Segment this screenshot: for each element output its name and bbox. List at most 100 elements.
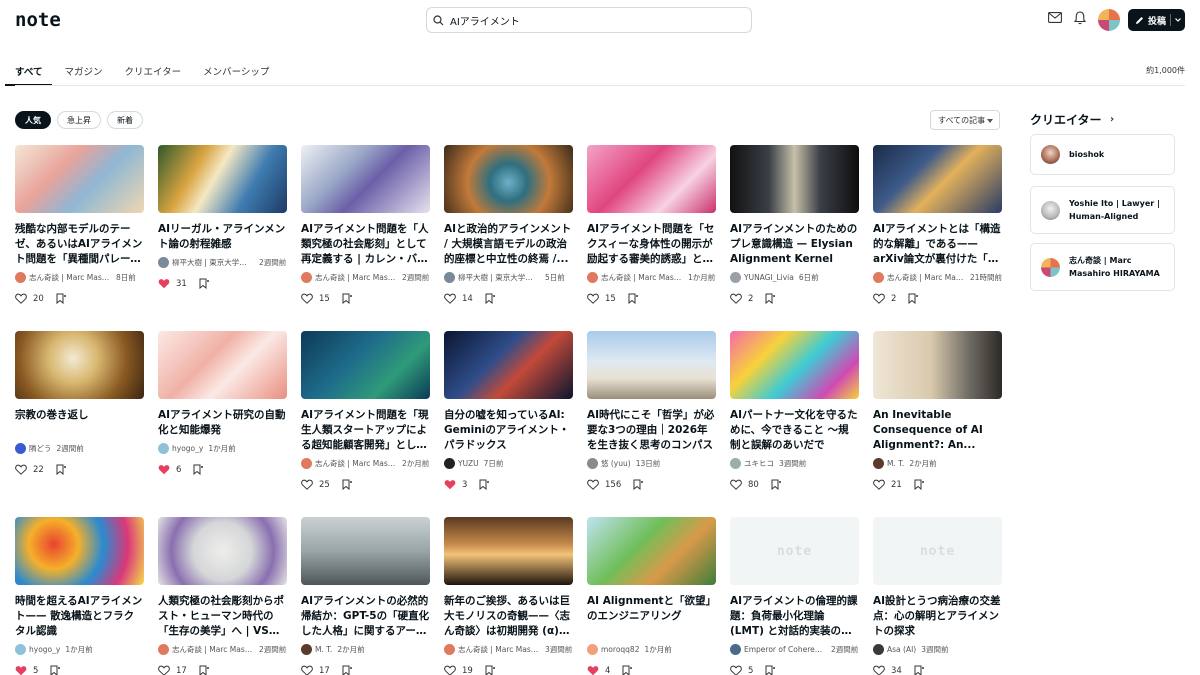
article-card[interactable]: AIアライメント問題を「現生人類スタートアップによる超知能顧客開発」として再定.… — [301, 331, 430, 490]
article-thumbnail[interactable] — [444, 331, 573, 399]
article-thumbnail[interactable] — [158, 517, 287, 585]
article-thumbnail[interactable]: note — [873, 517, 1002, 585]
user-avatar[interactable] — [1098, 9, 1120, 31]
bookmark-icon[interactable] — [914, 665, 924, 675]
author-avatar[interactable] — [158, 256, 169, 268]
bookmark-icon[interactable] — [622, 665, 633, 675]
post-button[interactable]: 投稿 — [1128, 9, 1185, 31]
heart-icon[interactable] — [301, 293, 313, 304]
heart-icon[interactable] — [301, 479, 313, 490]
author-name[interactable]: Asa (AI) — [887, 645, 916, 654]
article-title[interactable]: 時間を超えるAIアライメント—— 散逸構造とフラクタル認識 — [15, 594, 144, 639]
author-name[interactable]: 柳平大樹 | 東京大学法学部 — [458, 272, 540, 283]
author-name[interactable]: 悠 (yuu) — [601, 458, 631, 469]
filter-new[interactable]: 新着 — [107, 111, 143, 129]
bookmark-icon[interactable] — [914, 479, 924, 490]
author-name[interactable]: 志ん奇談 | Marc Masahiro HIRAYAMA — [315, 272, 397, 283]
chevron-down-icon[interactable] — [1174, 11, 1182, 29]
article-thumbnail[interactable] — [158, 331, 287, 399]
bookmark-icon[interactable] — [50, 665, 61, 675]
creator-card[interactable]: bioshok — [1030, 134, 1175, 175]
author-avatar[interactable] — [873, 457, 884, 469]
search-box[interactable] — [426, 7, 752, 33]
article-thumbnail[interactable] — [15, 145, 144, 213]
filter-popular[interactable]: 人気 — [15, 111, 51, 129]
bookmark-icon[interactable] — [908, 293, 919, 304]
author-name[interactable]: 志ん奇談 | Marc Masahiro HIRAYAMA — [29, 272, 111, 283]
bookmark-icon[interactable] — [342, 293, 352, 304]
article-card[interactable]: 人類究極の社会彫刻からポスト・ヒューマン時代の「生存の美学」へ | VSO完全.… — [158, 517, 287, 675]
heart-icon[interactable] — [873, 665, 885, 675]
article-title[interactable]: AIアライメントとは「構造的な解離」である——arXiv論文が裏付けた「残酷な内… — [873, 222, 1002, 267]
bookmark-icon[interactable] — [199, 665, 209, 675]
article-thumbnail[interactable] — [444, 517, 573, 585]
author-name[interactable]: 隣どう — [29, 443, 52, 454]
bookmark-icon[interactable] — [633, 479, 644, 490]
article-card[interactable]: 時間を超えるAIアライメント—— 散逸構造とフラクタル認識 hyogo_y 1か月前… — [15, 517, 144, 675]
tab-all[interactable]: すべて — [5, 58, 53, 86]
heart-icon[interactable] — [730, 665, 742, 675]
author-name[interactable]: 志ん奇談 | Marc Masahiro HIRAYAMA — [887, 272, 965, 283]
article-card[interactable]: AIアライメント問題を「セクスィーな身体性の開示が励起する審美的誘惑」として..… — [587, 145, 716, 304]
note-logo[interactable]: note — [15, 9, 61, 31]
author-avatar[interactable] — [587, 271, 598, 283]
bookmark-icon[interactable] — [199, 278, 209, 289]
article-thumbnail[interactable] — [730, 145, 859, 213]
article-title[interactable]: AIアライメント研究の自動化と知能爆発 — [158, 408, 287, 438]
article-thumbnail[interactable] — [730, 331, 859, 399]
author-name[interactable]: hyogo_y — [29, 645, 60, 654]
author-avatar[interactable] — [730, 643, 741, 655]
bookmark-icon[interactable] — [765, 665, 776, 675]
bookmark-icon[interactable] — [485, 665, 495, 675]
creator-card[interactable]: Yoshie Ito | Lawyer | Human-Aligned — [1030, 186, 1175, 234]
creator-card[interactable]: 志ん奇談 | Marc Masahiro HIRAYAMA — [1030, 243, 1175, 291]
article-title[interactable]: AI Alignmentと「欲望」のエンジニアリング — [587, 594, 716, 639]
author-avatar[interactable] — [587, 643, 598, 655]
bell-icon[interactable] — [1074, 11, 1086, 25]
author-avatar[interactable] — [301, 457, 312, 469]
author-name[interactable]: 志ん奇談 | Marc Masahiro HIRAYAMA — [458, 644, 540, 655]
article-card[interactable]: AIアライメント問題を「人類究極の社会彫刻」として再定義する | カレン・バーク… — [301, 145, 430, 304]
author-name[interactable]: ユキヒコ — [744, 458, 774, 469]
article-card[interactable]: AIアライメントとは「構造的な解離」である——arXiv論文が裏付けた「残酷な内… — [873, 145, 1002, 304]
article-thumbnail[interactable] — [587, 331, 716, 399]
article-thumbnail[interactable] — [301, 517, 430, 585]
heart-icon[interactable] — [301, 665, 313, 675]
author-name[interactable]: 志ん奇談 | Marc Masahiro HIRAYAMA — [172, 644, 254, 655]
author-avatar[interactable] — [301, 643, 312, 655]
author-avatar[interactable] — [873, 271, 884, 283]
article-title[interactable]: AIアラインメントの必然的帰結か：GPT-5の「硬直化した人格」に関するアーキテ… — [301, 594, 430, 639]
article-card[interactable]: 残酷な内部モデルのテーゼ、あるいはAIアライメント問題を「異種間パレーシア」..… — [15, 145, 144, 304]
article-card[interactable]: AIアラインメントのためのプレ意識構造 — Elysian Alignment … — [730, 145, 859, 304]
sort-dropdown[interactable]: すべての記事 — [930, 110, 1000, 130]
article-title[interactable]: AIアライメント問題を「人類究極の社会彫刻」として再定義する | カレン・バーク… — [301, 222, 430, 267]
mail-icon[interactable] — [1048, 12, 1062, 23]
author-name[interactable]: M. T. — [887, 459, 904, 468]
article-thumbnail[interactable] — [587, 517, 716, 585]
article-card[interactable]: AI時代にこそ「哲学」が必要な3つの理由｜2026年を生き抜く思考のコンパス悠 … — [587, 331, 716, 490]
article-title[interactable]: AIアライメントの倫理的課題：負荷最小化理論 (LMT) と対話的実装の解決可能… — [730, 594, 859, 639]
heart-icon[interactable] — [730, 293, 742, 304]
article-card[interactable]: An Inevitable Consequence of AI Alignmen… — [873, 331, 1002, 490]
author-name[interactable]: moroqq82 — [601, 645, 639, 654]
author-avatar[interactable] — [15, 643, 26, 655]
article-card[interactable]: note AI設計とうつ病治療の交差点：心の解明とアライメントの探求 Asa (AI… — [873, 517, 1002, 675]
author-avatar[interactable] — [444, 271, 455, 283]
article-card[interactable]: AIリーガル・アラインメント論の射程雑感 柳平大樹 | 東京大学法学部 2週間前 31 — [158, 145, 287, 289]
article-title[interactable]: AIアライメント問題を「セクスィーな身体性の開示が励起する審美的誘惑」として..… — [587, 222, 716, 267]
article-title[interactable]: 人類究極の社会彫刻からポスト・ヒューマン時代の「生存の美学」へ | VSO完全.… — [158, 594, 287, 639]
author-avatar[interactable] — [15, 271, 26, 283]
article-card[interactable]: AIと政治的アラインメント / 大規模言語モデルの政治的座標と中立性の終焉 /.… — [444, 145, 573, 304]
author-name[interactable]: Emperor of Coherence — [744, 645, 826, 654]
article-card[interactable]: AIアライメント研究の自動化と知能爆発 hyogo_y 1か月前 6 — [158, 331, 287, 475]
article-thumbnail[interactable] — [158, 145, 287, 213]
author-name[interactable]: 柳平大樹 | 東京大学法学部 — [172, 257, 254, 268]
bookmark-icon[interactable] — [485, 293, 495, 304]
heart-icon[interactable] — [444, 293, 456, 304]
article-card[interactable]: note AIアライメントの倫理的課題：負荷最小化理論 (LMT) と対話的実装の… — [730, 517, 859, 675]
article-card[interactable]: 新年のご挨拶、あるいは巨大モノリスの奇観——〈志ん奇談〉は初期開発 (α) フェ… — [444, 517, 573, 675]
article-thumbnail[interactable] — [15, 331, 144, 399]
article-card[interactable]: 宗教の巻き返し 隣どう 2週間前 22 — [15, 331, 144, 475]
bookmark-icon[interactable] — [479, 479, 490, 490]
author-avatar[interactable] — [730, 271, 741, 283]
